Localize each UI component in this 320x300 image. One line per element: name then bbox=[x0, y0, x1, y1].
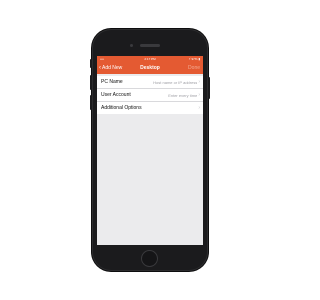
user-account-row[interactable]: User Account Enter every time › bbox=[97, 89, 203, 102]
front-camera bbox=[130, 44, 133, 47]
volume-down-button bbox=[90, 95, 92, 110]
pc-name-label: PC Name bbox=[101, 79, 123, 85]
connection-form: PC Name Host name or IP address › User A… bbox=[97, 76, 203, 114]
done-button[interactable]: Done bbox=[188, 62, 200, 74]
page: •••• 2:17 PM ⚡ 97% ▮ ‹ Add New Desktop D… bbox=[0, 0, 300, 300]
pc-name-row[interactable]: PC Name Host name or IP address › bbox=[97, 76, 203, 89]
user-account-label: User Account bbox=[101, 92, 131, 98]
additional-options-label: Additional Options bbox=[101, 105, 142, 111]
back-button-label: Add New bbox=[102, 65, 123, 71]
volume-up-button bbox=[90, 75, 92, 90]
chevron-right-icon: › bbox=[198, 105, 200, 111]
user-account-field[interactable]: Enter every time bbox=[131, 93, 197, 98]
navigation-bar: ‹ Add New Desktop Done bbox=[97, 62, 203, 74]
silent-switch bbox=[90, 59, 92, 68]
home-button[interactable] bbox=[141, 250, 158, 267]
chevron-right-icon: › bbox=[198, 79, 200, 85]
earpiece-speaker bbox=[140, 44, 160, 47]
power-button bbox=[208, 77, 210, 99]
iphone-device-frame: •••• 2:17 PM ⚡ 97% ▮ ‹ Add New Desktop D… bbox=[90, 29, 210, 271]
back-button[interactable]: ‹ Add New bbox=[99, 62, 122, 74]
chevron-left-icon: ‹ bbox=[99, 65, 101, 71]
chevron-right-icon: › bbox=[198, 92, 200, 98]
device-screen: •••• 2:17 PM ⚡ 97% ▮ ‹ Add New Desktop D… bbox=[97, 56, 203, 245]
pc-name-field[interactable]: Host name or IP address bbox=[123, 80, 197, 85]
additional-options-row[interactable]: Additional Options › bbox=[97, 102, 203, 114]
